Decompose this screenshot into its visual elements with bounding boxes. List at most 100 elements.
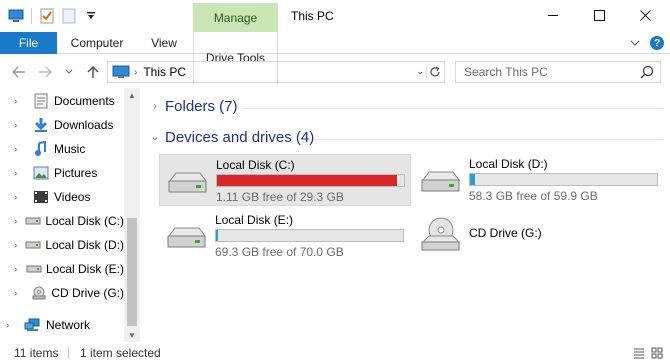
this-pc-icon — [112, 65, 130, 79]
nav-item-local-disk-d[interactable]: › Local Disk (D:) — [0, 234, 124, 256]
title-bar: Manage This PC — [0, 0, 670, 32]
group-divider — [315, 139, 663, 140]
back-arrow-icon[interactable] — [10, 62, 28, 82]
details-view-icon[interactable] — [632, 346, 646, 360]
expand-ribbon-icon[interactable] — [630, 36, 640, 50]
scroll-up-icon[interactable]: ▲ — [124, 88, 140, 102]
quick-access-toolbar — [6, 6, 101, 26]
minimize-button[interactable] — [530, 0, 576, 30]
ribbon-tabs: File Computer View Drive Tools ? — [0, 32, 670, 84]
devices-header-label: Devices and drives (4) — [165, 129, 315, 146]
selection-count: 1 item selected — [80, 346, 161, 360]
nav-item-label: Music — [54, 142, 86, 156]
nav-item-label: Network — [46, 318, 91, 332]
drive-name: Local Disk (D:) — [469, 157, 548, 171]
content-pane: › Folders (7) ⌄ Devices and drives (4) L… — [145, 88, 670, 342]
scrollbar-thumb[interactable] — [127, 218, 137, 326]
drive-icon — [166, 169, 208, 197]
qat-dropdown-icon[interactable] — [81, 6, 101, 26]
folders-group-header[interactable]: › Folders (7) — [145, 98, 238, 115]
devices-group-header[interactable]: ⌄ Devices and drives (4) — [145, 129, 314, 146]
up-arrow-icon[interactable] — [84, 62, 102, 82]
expand-chevron-icon[interactable]: › — [14, 264, 20, 275]
help-icon[interactable]: ? — [650, 36, 664, 50]
documents-icon — [32, 93, 50, 109]
computer-icon[interactable] — [6, 6, 26, 26]
nav-item-label: Documents — [54, 94, 115, 108]
new-folder-icon[interactable] — [59, 6, 79, 26]
videos-icon — [32, 189, 50, 205]
nav-item-music[interactable]: › Music — [0, 138, 124, 160]
expand-chevron-icon[interactable]: › — [14, 120, 26, 131]
drive-tile-g[interactable]: CD Drive (G:) — [413, 210, 665, 262]
expand-chevron-icon[interactable]: › — [14, 192, 26, 203]
drive-name: CD Drive (G:) — [469, 226, 542, 240]
pictures-icon — [32, 165, 50, 181]
nav-item-pictures[interactable]: › Pictures — [0, 162, 124, 184]
scroll-down-icon[interactable]: ▼ — [124, 328, 140, 342]
network-icon — [24, 317, 42, 333]
forward-arrow-icon[interactable] — [36, 62, 54, 82]
nav-item-label: Pictures — [54, 166, 98, 180]
search-icon[interactable] — [640, 65, 654, 82]
manage-context-tab: Manage — [193, 3, 278, 32]
expand-chevron-icon[interactable]: › — [14, 168, 26, 179]
nav-pane-scrollbar[interactable]: ▲ ▼ — [124, 88, 140, 342]
large-icons-view-icon[interactable] — [650, 346, 664, 360]
properties-icon[interactable] — [37, 6, 57, 26]
drive-tile-e[interactable]: Local Disk (E:) 69.3 GB free of 70.0 GB — [159, 210, 411, 262]
drive-icon — [25, 213, 41, 229]
folders-header-label: Folders (7) — [165, 98, 238, 115]
drive-icon — [419, 168, 461, 196]
window-title: This PC — [291, 9, 334, 23]
nav-item-network[interactable]: › Network — [0, 314, 124, 336]
downloads-icon — [32, 117, 50, 133]
expand-chevron-icon[interactable]: › — [14, 144, 26, 155]
search-placeholder: Search This PC — [464, 65, 548, 79]
cd-drive-icon — [31, 285, 47, 301]
breadcrumb-chevron-icon[interactable]: › — [134, 67, 137, 78]
tab-file[interactable]: File — [0, 32, 57, 54]
group-divider — [243, 108, 663, 109]
drive-tile-c[interactable]: Local Disk (C:) 1.11 GB free of 29.3 GB — [159, 154, 411, 206]
tab-computer[interactable]: Computer — [61, 32, 133, 54]
refresh-icon[interactable] — [426, 64, 442, 80]
collapse-chevron-icon[interactable]: ⌄ — [145, 132, 165, 143]
qat-separator — [31, 8, 32, 24]
nav-item-local-disk-c[interactable]: › Local Disk (C:) — [0, 210, 124, 232]
expand-chevron-icon[interactable]: › — [14, 288, 25, 299]
cd-drive-icon — [419, 216, 461, 252]
maximize-button[interactable] — [576, 0, 622, 30]
close-button[interactable] — [622, 0, 668, 30]
address-dropdown-icon[interactable]: ⌄ — [416, 66, 424, 77]
nav-item-documents[interactable]: › Documents — [0, 90, 124, 112]
status-divider — [68, 347, 69, 359]
drive-usage-fill — [217, 175, 397, 186]
view-switcher — [632, 346, 664, 360]
nav-item-local-disk-e[interactable]: › Local Disk (E:) — [0, 258, 124, 280]
expand-chevron-icon[interactable]: › — [14, 240, 19, 251]
breadcrumb-this-pc[interactable]: This PC — [143, 65, 186, 79]
nav-item-cd-drive-g[interactable]: › CD Drive (G:) — [0, 282, 124, 304]
item-count: 11 items — [14, 346, 59, 360]
nav-item-label: Local Disk (C:) — [45, 214, 124, 228]
nav-item-label: Downloads — [54, 118, 114, 132]
navigation-pane: › Documents › Downloads › Music › Pictur… — [0, 88, 141, 342]
search-input[interactable]: Search This PC — [455, 61, 661, 83]
nav-item-videos[interactable]: › Videos — [0, 186, 124, 208]
drive-name: Local Disk (E:) — [215, 213, 294, 227]
drive-usage-bar — [469, 173, 658, 186]
expand-chevron-icon[interactable]: › — [14, 96, 26, 107]
tab-view[interactable]: View — [140, 32, 188, 54]
expand-chevron-icon[interactable]: › — [6, 320, 18, 331]
address-bar[interactable]: › This PC ⌄ — [107, 61, 445, 83]
collapse-chevron-icon[interactable]: › — [145, 101, 165, 112]
drive-usage-fill — [216, 230, 219, 241]
recent-locations-icon[interactable] — [60, 62, 78, 82]
nav-item-label: Videos — [54, 190, 91, 204]
drive-icon — [26, 261, 42, 277]
drive-tile-d[interactable]: Local Disk (D:) 58.3 GB free of 59.9 GB — [413, 154, 665, 206]
music-icon — [32, 141, 50, 157]
nav-item-downloads[interactable]: › Downloads — [0, 114, 124, 136]
expand-chevron-icon[interactable]: › — [14, 216, 19, 227]
